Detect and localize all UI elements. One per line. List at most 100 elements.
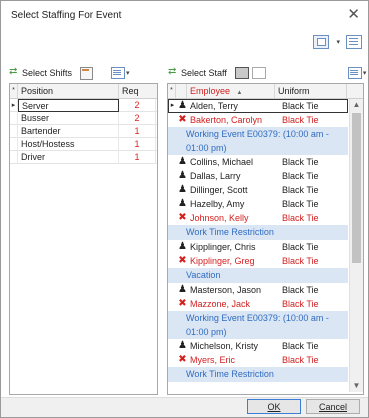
- title-bar: Select Staffing For Event ✕: [1, 1, 368, 31]
- list-item[interactable]: ▸ ♟ Alden, Terry Black Tie: [168, 99, 348, 113]
- row-indicator: [10, 111, 18, 125]
- select-shifts-button[interactable]: Select Shifts: [9, 66, 72, 78]
- uniform-value: Black Tie: [282, 199, 319, 209]
- close-icon[interactable]: ✕: [347, 7, 360, 22]
- employee-name: Myers, Eric: [190, 355, 235, 365]
- list-item[interactable]: ♟ Collins, Michael Black Tie: [168, 155, 348, 169]
- employee-name: Kipplinger, Chris: [190, 242, 256, 252]
- employee-name: Dillinger, Scott: [190, 185, 248, 195]
- uniform-column-header[interactable]: Uniform: [275, 84, 347, 98]
- uniform-value: Black Tie: [282, 285, 319, 295]
- list-item[interactable]: ✖ Bakerton, Carolyn Black Tie: [168, 113, 348, 127]
- row-indicator: [168, 155, 177, 169]
- table-row[interactable]: Busser 2: [10, 111, 157, 125]
- list-item[interactable]: ♟ Kipplinger, Chris Black Tie: [168, 240, 348, 254]
- uniform-value: Black Tie: [282, 299, 319, 309]
- chevron-down-icon[interactable]: ▾: [126, 69, 130, 77]
- cancel-button[interactable]: Cancel: [306, 399, 360, 414]
- row-indicator: [168, 197, 177, 211]
- person-icon: ♟: [178, 241, 187, 252]
- scroll-down-icon[interactable]: ▼: [350, 380, 363, 392]
- uniform-value: Black Tie: [282, 101, 319, 111]
- position-cell: Server: [18, 98, 119, 112]
- list-item[interactable]: ✖ Kipplinger, Greg Black Tie: [168, 254, 348, 268]
- row-indicator: [168, 211, 177, 225]
- positions-grid: * Position Req ▸ Server 2 Busser 2 Barte…: [9, 83, 158, 395]
- row-indicator-icon: ▸: [170, 102, 175, 109]
- scroll-up-icon[interactable]: ▲: [350, 99, 363, 111]
- positions-header: * Position Req: [10, 84, 157, 99]
- row-indicator: [168, 339, 177, 353]
- ok-button[interactable]: OK: [247, 399, 301, 414]
- chevron-down-icon[interactable]: ▾: [336, 38, 340, 46]
- view-toggle-on-icon[interactable]: [234, 67, 249, 79]
- row-indicator: [10, 137, 18, 151]
- cancel-label: Cancel: [318, 402, 347, 412]
- row-indicator: [168, 240, 177, 254]
- req-cell: 1: [119, 150, 156, 164]
- row-indicator: [168, 183, 177, 197]
- position-column-header[interactable]: Position: [18, 84, 119, 98]
- staff-toolbar: Select Staff ▾: [168, 63, 366, 83]
- req-column-header[interactable]: Req: [119, 84, 156, 98]
- row-indicator-icon: ▸: [10, 98, 18, 112]
- employee-name: Johnson, Kelly: [190, 213, 249, 223]
- view-toggle-off-icon[interactable]: [251, 67, 266, 79]
- swap-icon: [168, 66, 178, 77]
- person-icon: ♟: [178, 156, 187, 167]
- icon-column-header: [176, 84, 187, 98]
- sort-ascending-icon: ▲: [236, 90, 243, 96]
- staff-rows: ▸ ♟ Alden, Terry Black Tie ✖ Bakerton, Caroly…: [168, 99, 348, 382]
- table-row[interactable]: Driver 1: [10, 150, 157, 164]
- vertical-scrollbar[interactable]: ▲ ▼: [349, 99, 363, 392]
- chevron-down-icon[interactable]: ▾: [363, 69, 367, 77]
- select-staff-label: Select Staff: [181, 68, 227, 78]
- list-item[interactable]: ♟ Michelson, Kristy Black Tie: [168, 339, 348, 353]
- employee-name: Kipplinger, Greg: [190, 256, 255, 266]
- person-icon: ♟: [178, 284, 187, 295]
- list-item[interactable]: ♟ Masterson, Jason Black Tie: [168, 283, 348, 297]
- columns-icon[interactable]: [111, 67, 126, 79]
- list-item[interactable]: ♟ Hazelby, Amy Black Tie: [168, 197, 348, 211]
- list-item[interactable]: ♟ Dillinger, Scott Black Tie: [168, 183, 348, 197]
- row-indicator: [168, 283, 177, 297]
- staff-grid: * Employee ▲ Uniform ▸ ♟ Alden, Terry Black…: [167, 83, 364, 395]
- conflict-x-icon: ✖: [178, 114, 187, 125]
- uniform-value: Black Tie: [282, 171, 319, 181]
- positions-toolbar: Select Shifts ▾: [9, 63, 130, 83]
- conflict-x-icon: ✖: [178, 298, 187, 309]
- employee-column-header[interactable]: Employee ▲: [187, 84, 275, 98]
- row-indicator: [168, 113, 177, 127]
- req-cell: 2: [119, 98, 156, 112]
- scroll-thumb[interactable]: [352, 113, 361, 263]
- uniform-value: Black Tie: [282, 185, 319, 195]
- staff-header: * Employee ▲ Uniform: [168, 84, 363, 99]
- list-item[interactable]: ✖ Johnson, Kelly Black Tie: [168, 211, 348, 225]
- table-row[interactable]: Bartender 1: [10, 124, 157, 138]
- calendar-icon[interactable]: [80, 66, 94, 80]
- person-icon: ♟: [178, 198, 187, 209]
- list-item[interactable]: ✖ Myers, Eric Black Tie: [168, 353, 348, 367]
- columns-icon[interactable]: [347, 67, 362, 79]
- person-icon: ♟: [178, 184, 187, 195]
- list-item[interactable]: ♟ Dallas, Larry Black Tie: [168, 169, 348, 183]
- position-cell: Driver: [18, 150, 119, 164]
- layout-icon[interactable]: [313, 35, 330, 49]
- header-marker-icon: *: [168, 84, 176, 98]
- employee-name: Bakerton, Carolyn: [190, 115, 263, 125]
- select-staff-button[interactable]: Select Staff: [168, 66, 227, 78]
- uniform-value: Black Tie: [282, 157, 319, 167]
- employee-name: Collins, Michael: [190, 157, 254, 167]
- table-row[interactable]: Host/Hostess 1: [10, 137, 157, 151]
- person-icon: ♟: [178, 340, 187, 351]
- grid-settings-icon[interactable]: [346, 35, 362, 49]
- employee-header-label: Employee: [190, 86, 231, 96]
- ok-label: OK: [267, 402, 281, 412]
- employee-name: Michelson, Kristy: [190, 341, 259, 351]
- req-cell: 1: [119, 124, 156, 138]
- conflict-x-icon: ✖: [178, 354, 187, 365]
- table-row[interactable]: ▸ Server 2: [10, 98, 157, 112]
- status-note: Work Time Restriction: [168, 367, 348, 382]
- uniform-value: Black Tie: [282, 256, 319, 266]
- list-item[interactable]: ✖ Mazzone, Jack Black Tie: [168, 297, 348, 311]
